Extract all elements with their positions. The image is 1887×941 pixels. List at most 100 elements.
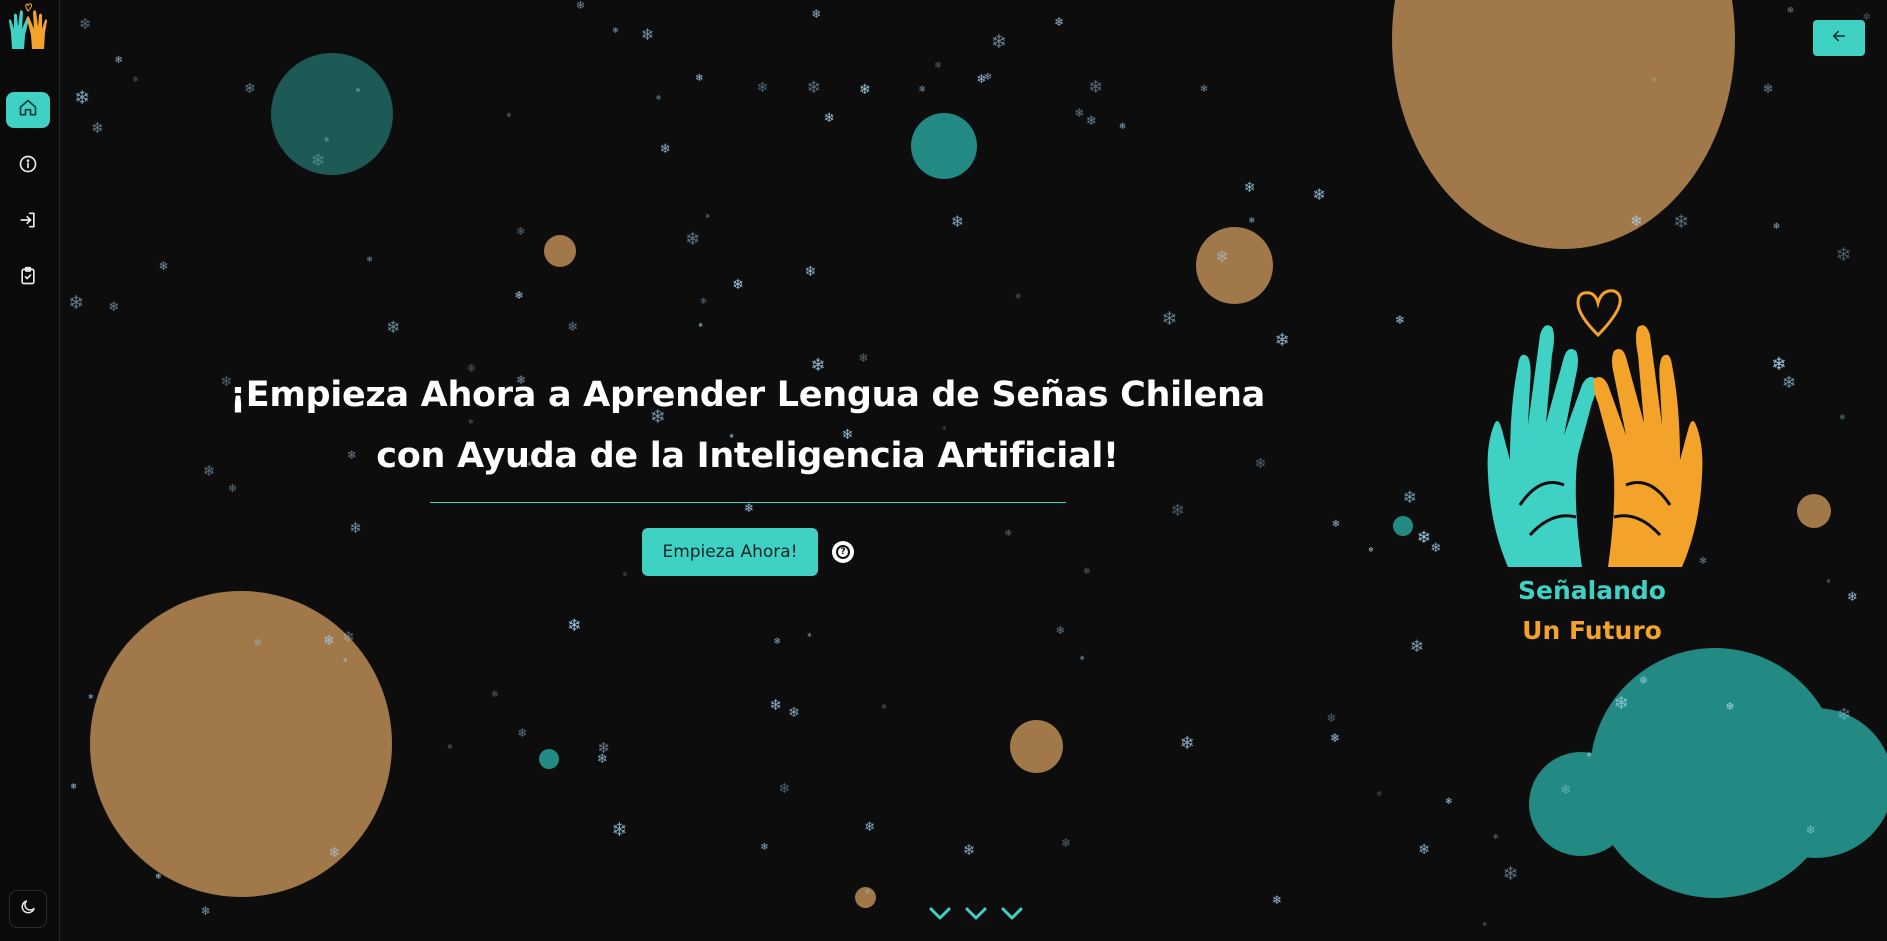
- snowflake-icon: ❄: [342, 627, 355, 646]
- snowflake-icon: ❄: [1088, 77, 1104, 99]
- snowflake-icon: ❄: [864, 819, 876, 835]
- snowflake-icon: ❄: [68, 291, 85, 314]
- back-button[interactable]: [1813, 20, 1865, 56]
- snowflake-icon: ❄: [1650, 76, 1657, 85]
- snowflake-icon: ❄: [804, 263, 817, 280]
- chevron-down-icon: [1001, 907, 1023, 920]
- snowflake-icon: ❄: [699, 297, 708, 308]
- snowflake-icon: ❄: [1274, 330, 1290, 352]
- snowflake-icon: ❄: [1725, 700, 1735, 714]
- snowflake-icon: ❄: [756, 79, 769, 96]
- snowflake-icon: ❄: [918, 85, 926, 96]
- snowflake-icon: ❄: [243, 81, 256, 98]
- snowflake-icon: ❄: [983, 71, 993, 83]
- snowflake-icon: ❄: [1074, 106, 1085, 121]
- snowflake-icon: ❄: [705, 213, 711, 221]
- deco-circle: [911, 113, 977, 179]
- snowflake-icon: ❄: [1418, 841, 1430, 858]
- snowflake-icon: ❄: [1004, 528, 1012, 539]
- snowflake-icon: ❄: [807, 632, 813, 640]
- snowflake-icon: ❄: [881, 703, 888, 712]
- snowflake-icon: ❄: [773, 636, 781, 647]
- snowflake-icon: ❄: [695, 73, 704, 85]
- snowflake-icon: ❄: [517, 725, 528, 740]
- snowflake-icon: ❄: [655, 93, 662, 102]
- snowflake-icon: ❄: [343, 656, 349, 664]
- snowflake-icon: ❄: [567, 615, 582, 636]
- snowflake-icon: ❄: [1805, 822, 1816, 837]
- snowflake-icon: ❄: [769, 696, 783, 715]
- sidebar-item-info[interactable]: [6, 148, 50, 184]
- snowflake-icon: ❄: [1772, 222, 1781, 233]
- snowflake-icon: ❄: [823, 110, 835, 126]
- scroll-down-hint[interactable]: [928, 906, 1028, 924]
- arrow-left-icon: [1830, 27, 1848, 49]
- snowflake-icon: ❄: [659, 141, 671, 157]
- snowflake-icon: ❄: [87, 693, 94, 702]
- snowflake-icon: ❄: [864, 887, 871, 896]
- snowflake-icon: ❄: [355, 87, 361, 95]
- snowflake-icon: ❄: [1630, 211, 1643, 230]
- brand-tagline-line2: Un Futuro: [1522, 616, 1662, 645]
- snowflake-icon: ❄: [934, 60, 942, 71]
- snowflake-icon: ❄: [386, 318, 401, 339]
- snowflake-icon: ❄: [1560, 783, 1572, 799]
- snowflake-icon: ❄: [1835, 244, 1852, 267]
- theme-toggle-button[interactable]: [9, 890, 47, 928]
- snowflake-icon: ❄: [685, 228, 701, 250]
- snowflake-icon: ❄: [1638, 673, 1649, 687]
- snowflake-icon: ❄: [1199, 84, 1209, 96]
- deco-circle: [1196, 227, 1273, 304]
- snowflake-icon: ❄: [950, 211, 965, 231]
- help-button[interactable]: ?: [832, 541, 854, 563]
- snowflake-icon: ❄: [1248, 215, 1256, 225]
- brand-tagline-line1: Señalando: [1518, 576, 1666, 605]
- info-icon: [18, 154, 38, 178]
- snowflake-icon: ❄: [1061, 836, 1072, 851]
- snowflake-icon: ❄: [806, 78, 822, 99]
- snowflake-icon: ❄: [366, 255, 374, 265]
- start-now-button[interactable]: Empieza Ahora!: [642, 528, 818, 576]
- snowflake-icon: ❄: [1083, 567, 1091, 578]
- sidebar: [0, 0, 60, 941]
- login-icon: [18, 210, 38, 234]
- moon-icon: [19, 898, 37, 920]
- snowflake-icon: ❄: [1586, 750, 1593, 759]
- app-logo[interactable]: [7, 3, 49, 51]
- snowflake-icon: ❄: [1330, 731, 1341, 746]
- snowflake-icon: ❄: [1271, 892, 1283, 907]
- hero-divider: [430, 502, 1066, 503]
- snowflake-icon: ❄: [990, 30, 1007, 53]
- snowflake-icon: ❄: [78, 14, 92, 33]
- snowflake-icon: ❄: [622, 571, 628, 579]
- snowflake-icon: ❄: [811, 6, 822, 21]
- snowflake-icon: ❄: [698, 321, 704, 329]
- snowflake-icon: ❄: [1312, 185, 1326, 205]
- snowflake-icon: ❄: [1839, 413, 1846, 423]
- snowflake-icon: ❄: [253, 638, 262, 650]
- sidebar-item-clipboard[interactable]: [6, 260, 50, 296]
- snowflake-icon: ❄: [200, 903, 211, 918]
- snowflake-icon: ❄: [1170, 500, 1185, 521]
- snowflake-icon: ❄: [516, 224, 526, 238]
- snowflake-icon: ❄: [1786, 5, 1795, 16]
- snowflake-icon: ❄: [1416, 528, 1432, 549]
- snowflake-icon: ❄: [1085, 114, 1097, 130]
- snowflake-icon: ❄: [1179, 732, 1195, 754]
- sidebar-item-login[interactable]: [6, 204, 50, 240]
- snowflake-icon: ❄: [132, 75, 140, 85]
- sidebar-item-home[interactable]: [6, 92, 50, 128]
- snowflake-icon: ❄: [640, 24, 655, 44]
- snowflake-icon: ❄: [1430, 540, 1442, 556]
- snowflake-icon: ❄: [1394, 313, 1405, 328]
- snowflake-icon: ❄: [1482, 920, 1488, 928]
- snowflake-icon: ❄: [1782, 373, 1797, 394]
- snowflake-icon: ❄: [1376, 790, 1383, 799]
- deco-circle: [1393, 516, 1413, 536]
- snowflake-icon: ❄: [70, 781, 78, 791]
- snowflake-icon: ❄: [1161, 308, 1178, 331]
- snowflake-icon: ❄: [1409, 636, 1425, 657]
- snowflake-icon: ❄: [74, 87, 91, 110]
- snowflake-icon: ❄: [491, 690, 499, 701]
- snowflake-icon: ❄: [1118, 121, 1127, 132]
